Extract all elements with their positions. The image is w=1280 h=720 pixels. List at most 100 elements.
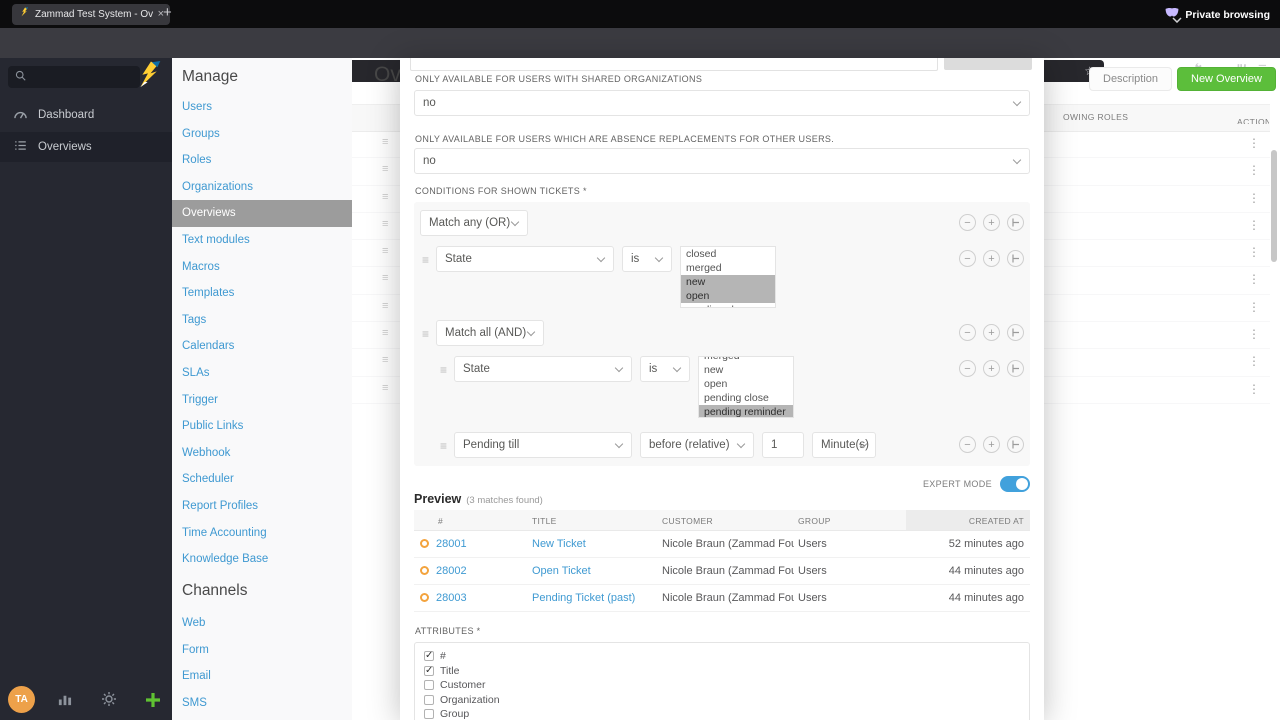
drag-handle-icon[interactable]: ≡ [422,254,429,266]
manage-item-scheduler[interactable]: Scheduler [172,466,352,493]
attribute-select[interactable]: Pending till [454,432,632,458]
drag-handle-icon[interactable]: ≡ [382,218,388,230]
option[interactable]: merged [681,261,775,275]
sidebar-search[interactable] [8,66,140,88]
add-condition-button[interactable]: + [983,214,1000,231]
attribute-option[interactable]: Customer [424,678,1020,693]
add-subclause-button[interactable] [1007,436,1024,453]
new-overview-button[interactable]: New Overview [1177,67,1276,91]
option[interactable]: pending close [681,303,775,307]
manage-item-public-links[interactable]: Public Links [172,413,352,440]
preview-row[interactable]: 28003 Pending Ticket (past) Nicole Braun… [414,585,1030,612]
preview-row[interactable]: 28001 New Ticket Nicole Braun (Zammad Fo… [414,531,1030,558]
ticket-title-link[interactable]: Pending Ticket (past) [532,592,635,604]
row-actions-icon[interactable]: ⋮ [1248,163,1260,177]
new-tab-button[interactable]: + [163,4,172,21]
add-condition-button[interactable]: + [983,324,1000,341]
manage-item-templates[interactable]: Templates [172,280,352,307]
manage-item-webhook[interactable]: Webhook [172,440,352,467]
channel-item-form[interactable]: Form [172,637,352,664]
option[interactable]: pending close [699,391,793,405]
row-actions-icon[interactable]: ⋮ [1248,218,1260,232]
state-multiselect[interactable]: closed merged new open pending close [680,246,776,308]
expert-mode-toggle[interactable] [1000,476,1030,492]
row-actions-icon[interactable]: ⋮ [1248,191,1260,205]
checkbox-checked[interactable] [424,650,434,662]
attribute-option[interactable]: Organization [424,693,1020,708]
state-multiselect[interactable]: merged new open pending close pending re… [698,356,794,418]
remove-condition-button[interactable]: − [959,214,976,231]
manage-item-tags[interactable]: Tags [172,307,352,334]
unit-select[interactable]: Minute(s) [812,432,876,458]
remove-condition-button[interactable]: − [959,250,976,267]
drag-handle-icon[interactable]: ≡ [382,354,388,366]
ticket-number-link[interactable]: 28002 [436,565,467,577]
roles-field-partial[interactable] [410,58,938,71]
row-actions-icon[interactable]: ⋮ [1248,354,1260,368]
manage-item-time-accounting[interactable]: Time Accounting [172,520,352,547]
row-actions-icon[interactable]: ⋮ [1248,327,1260,341]
ticket-title-link[interactable]: Open Ticket [532,565,591,577]
browser-tab[interactable]: Zammad Test System - Overvie × [12,4,170,25]
attribute-option[interactable]: Group [424,707,1020,720]
scrollbar-thumb[interactable] [1271,150,1277,262]
sidebar-item-overviews[interactable]: Overviews [0,132,172,162]
manage-item-calendars[interactable]: Calendars [172,333,352,360]
checkbox[interactable] [424,709,434,720]
drag-handle-icon[interactable]: ≡ [382,272,388,284]
row-actions-icon[interactable]: ⋮ [1248,136,1260,150]
checkbox[interactable] [424,694,434,705]
manage-item-organizations[interactable]: Organizations [172,174,352,201]
drag-handle-icon[interactable]: ≡ [382,163,388,175]
drag-handle-icon[interactable]: ≡ [440,440,447,452]
ticket-title-link[interactable]: New Ticket [532,538,586,550]
attribute-select[interactable]: State [436,246,614,272]
search-input[interactable] [31,70,115,84]
drag-handle-icon[interactable]: ≡ [422,328,429,340]
group-operator-select[interactable]: Match all (AND) [436,320,544,346]
stats-icon[interactable] [57,692,72,712]
manage-item-users[interactable]: Users [172,94,352,121]
add-subclause-button[interactable] [1007,324,1024,341]
value-input[interactable] [762,432,804,458]
operator-select[interactable]: is [640,356,690,382]
manage-item-macros[interactable]: Macros [172,254,352,281]
preview-row[interactable]: 28002 Open Ticket Nicole Braun (Zammad F… [414,558,1030,585]
option-selected[interactable]: pending reminder [699,405,793,417]
drag-handle-icon[interactable]: ≡ [382,382,388,394]
drag-handle-icon[interactable]: ≡ [382,191,388,203]
operator-select[interactable]: is [622,246,672,272]
option-selected[interactable]: open [681,289,775,303]
row-actions-icon[interactable]: ⋮ [1248,245,1260,259]
checkbox[interactable] [424,680,434,691]
ticket-number-link[interactable]: 28001 [436,538,467,550]
attribute-option[interactable]: Title [424,664,1020,679]
attribute-select[interactable]: State [454,356,632,382]
shared-org-select[interactable]: no [414,90,1030,116]
group-operator-select[interactable]: Match any (OR) [420,210,528,236]
absence-select[interactable]: no [414,148,1030,174]
channel-item-sms[interactable]: SMS [172,690,352,717]
option[interactable]: open [699,377,793,391]
new-ticket-plus-icon[interactable] [144,691,162,714]
add-condition-button[interactable]: + [983,250,1000,267]
remove-condition-button[interactable]: − [959,436,976,453]
option[interactable]: closed [681,247,775,261]
add-condition-button[interactable]: + [983,360,1000,377]
option[interactable]: new [699,363,793,377]
channel-item-web[interactable]: Web [172,610,352,637]
manage-item-text-modules[interactable]: Text modules [172,227,352,254]
add-subclause-button[interactable] [1007,214,1024,231]
manage-item-report-profiles[interactable]: Report Profiles [172,493,352,520]
manage-item-trigger[interactable]: Trigger [172,387,352,414]
drag-handle-icon[interactable]: ≡ [382,300,388,312]
description-button[interactable]: Description [1089,67,1173,91]
row-actions-icon[interactable]: ⋮ [1248,272,1260,286]
manage-item-slas[interactable]: SLAs [172,360,352,387]
manage-item-roles[interactable]: Roles [172,147,352,174]
add-subclause-button[interactable] [1007,360,1024,377]
attribute-option[interactable]: # [424,649,1020,664]
gear-icon[interactable] [101,691,117,712]
manage-item-overviews[interactable]: Overviews [172,200,352,227]
option-selected[interactable]: new [681,275,775,289]
